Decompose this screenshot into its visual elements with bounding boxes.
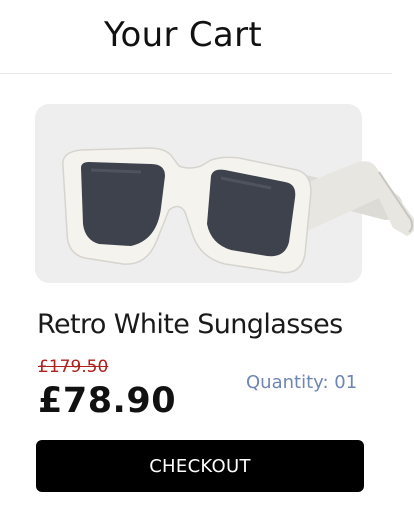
original-price: £179.50 bbox=[38, 357, 109, 377]
product-name: Retro White Sunglasses bbox=[37, 309, 343, 340]
product-image-card[interactable] bbox=[35, 104, 414, 283]
header: Your Cart bbox=[0, 0, 392, 74]
cart-page: Your Cart Retro White Sunglasses £179.50… bbox=[0, 0, 414, 520]
quantity-label[interactable]: Quantity: 01 bbox=[246, 371, 357, 395]
sale-price: £78.90 bbox=[38, 381, 177, 421]
page-title: Your Cart bbox=[104, 15, 262, 55]
sunglasses-image bbox=[62, 147, 414, 274]
checkout-button[interactable]: CHECKOUT bbox=[36, 440, 364, 492]
